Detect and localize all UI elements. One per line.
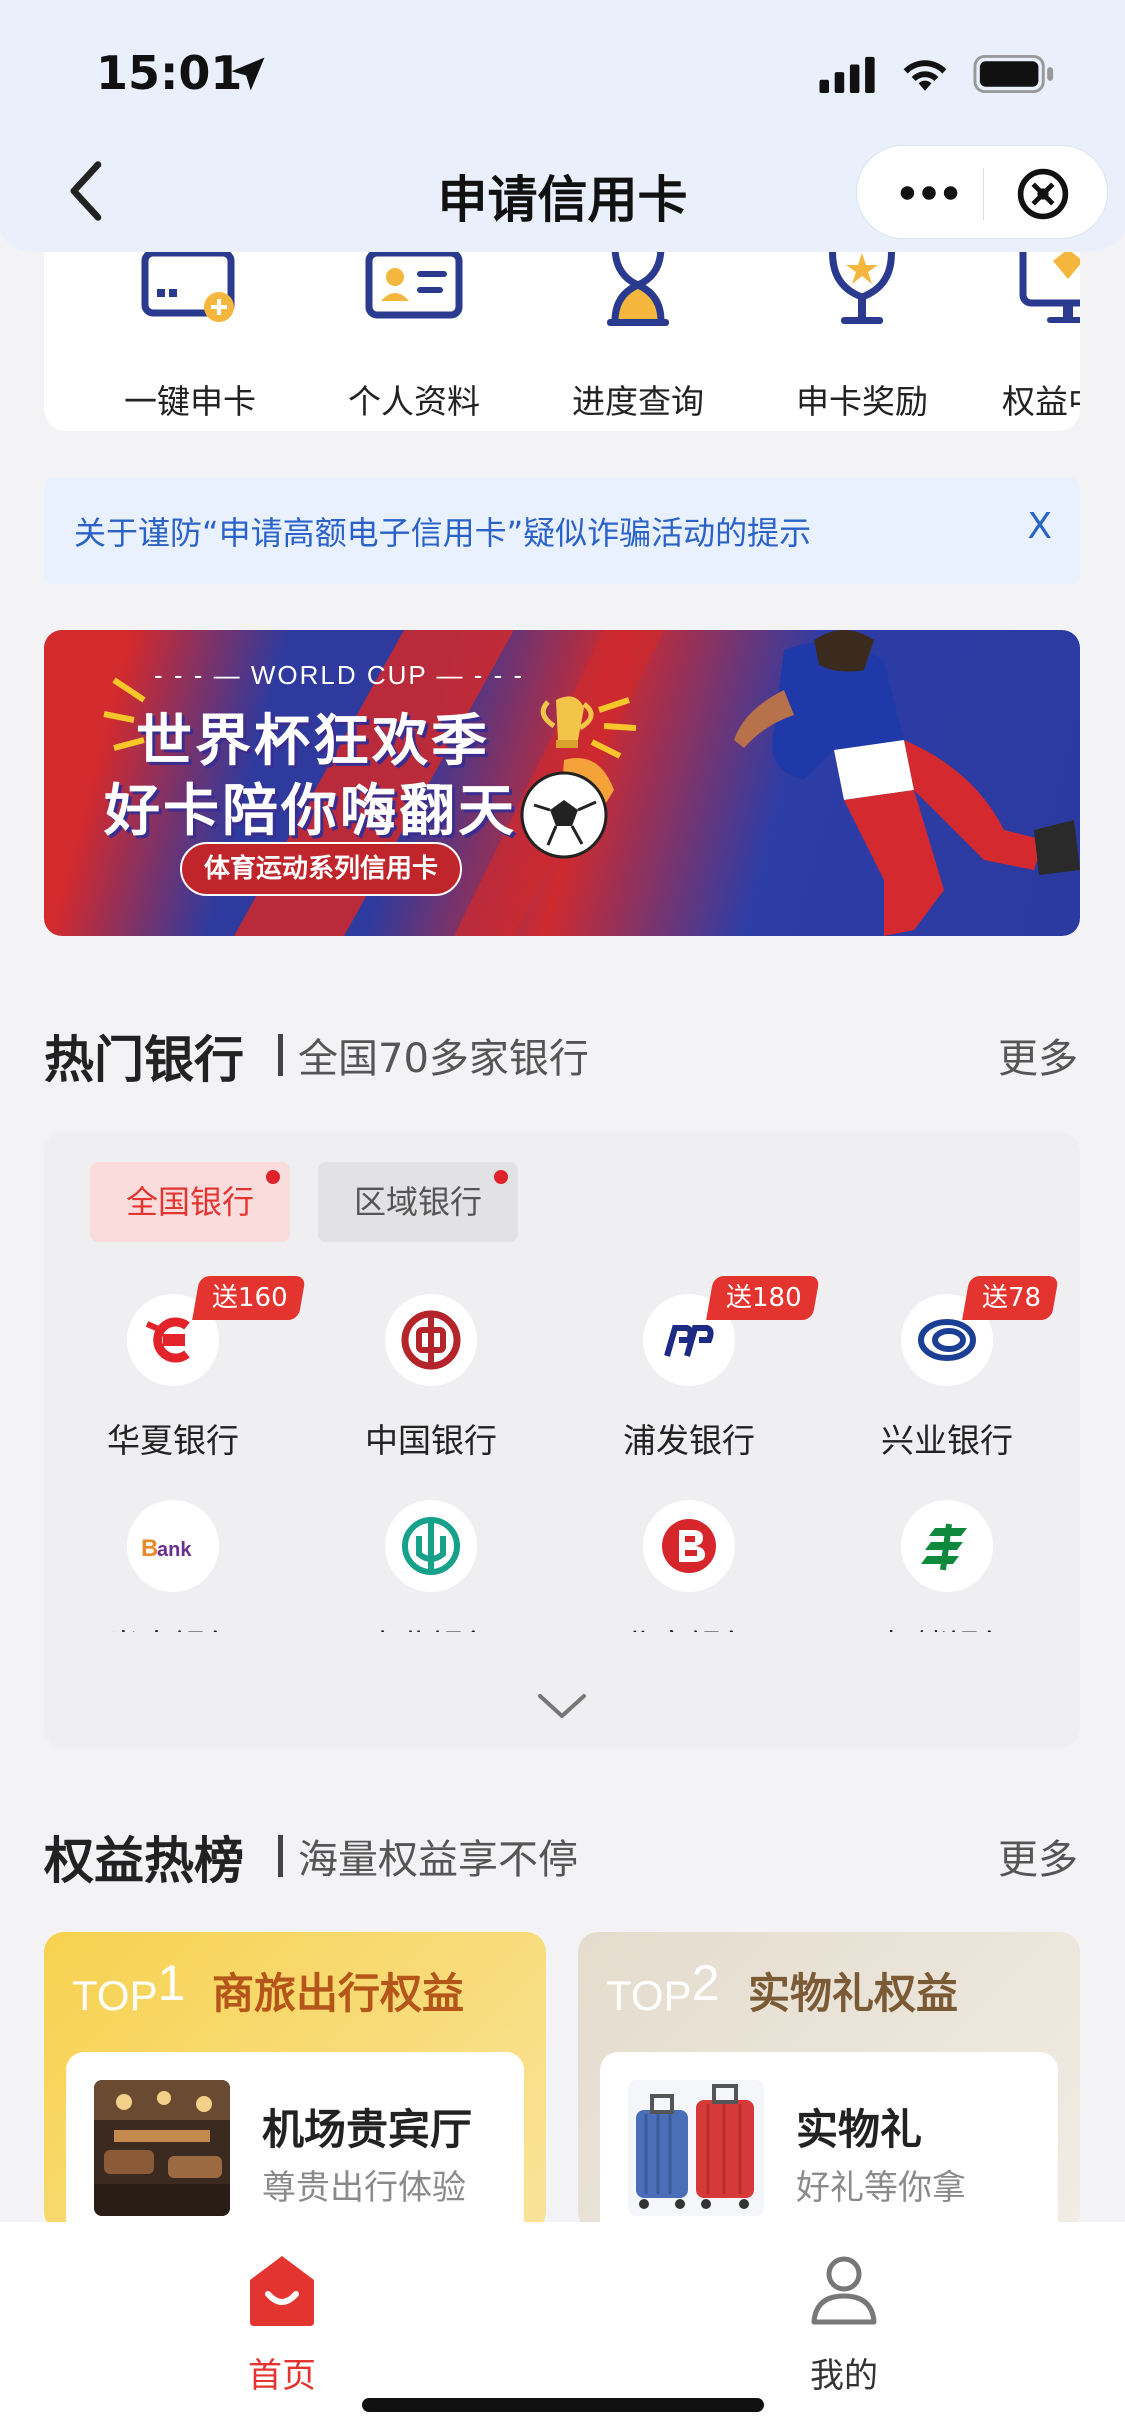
title-divider	[278, 1034, 283, 1076]
tab-home[interactable]: 首页	[182, 2250, 382, 2397]
rights-item[interactable]: 机场贵宾厅 尊贵出行体验	[66, 2052, 524, 2232]
rights-card-travel[interactable]: TOP1 商旅出行权益 机场贵宾厅 尊贵出行体验	[44, 1932, 546, 2232]
tab-label: 区域银行	[353, 1183, 482, 1221]
psbc-logo-icon	[901, 1500, 993, 1592]
section-subtitle: 海量权益享不停	[298, 1837, 578, 1883]
quick-entry-label: 进度查询	[572, 382, 704, 421]
wifi-icon	[903, 60, 947, 91]
svg-text:ank: ank	[157, 1539, 192, 1561]
tab-regional-banks[interactable]: 区域银行	[318, 1162, 518, 1242]
notice-text: 关于谨防“申请高额电子信用卡”疑似诈骗活动的提示	[74, 514, 812, 552]
home-icon	[250, 2256, 314, 2326]
chevron-down-icon[interactable]	[534, 1688, 590, 1724]
rights-item-name: 实物礼	[796, 2105, 923, 2154]
bank-name: 兴业银行	[881, 1421, 1013, 1460]
vip-monitor-icon	[1019, 245, 1080, 323]
abc-logo-icon	[385, 1500, 477, 1592]
hourglass-icon	[607, 246, 669, 326]
boc-logo-icon	[385, 1294, 477, 1386]
rights-header: 权益热榜 海量权益享不停 更多	[44, 1815, 1080, 1890]
hot-banks-header: 热门银行 全国70多家银行 更多	[44, 1014, 1080, 1089]
top-header: 15:01 申请信用卡	[0, 0, 1125, 252]
rights-item-desc: 尊贵出行体验	[262, 2168, 466, 2208]
rights-item[interactable]: 实物礼 好礼等你拿	[600, 2052, 1058, 2232]
bank-name: 华夏银行	[107, 1421, 239, 1460]
notice-close-button[interactable]: X	[1027, 506, 1052, 547]
bank-item-huaxia[interactable]: 华夏银行 送160	[44, 1276, 306, 1462]
gift-badge: 送180	[706, 1276, 820, 1320]
bank-item-boc[interactable]: 中国银行	[302, 1294, 560, 1462]
world-cup-banner[interactable]: - - - — WORLD CUP — - - - 世界杯狂欢季 好卡陪你嗨翻天…	[44, 630, 1080, 936]
rights-more-link[interactable]: 更多	[998, 1827, 1078, 1885]
section-title: 权益热榜	[44, 1832, 244, 1890]
rank-label: TOP2	[606, 1955, 720, 2019]
quick-entry-label: 申卡奖励	[796, 382, 928, 421]
tab-national-banks[interactable]: 全国银行	[90, 1162, 290, 1242]
rights-item-desc: 好礼等你拿	[796, 2168, 966, 2208]
hot-banks-more-link[interactable]: 更多	[998, 1026, 1078, 1084]
capsule-divider	[983, 168, 984, 220]
home-indicator	[362, 2398, 764, 2412]
quick-entry-profile[interactable]: 个人资料	[314, 245, 514, 423]
red-dot-badge	[266, 1170, 280, 1184]
section-title: 热门银行	[44, 1031, 244, 1089]
fraud-notice-bar[interactable]: 关于谨防“申请高额电子信用卡”疑似诈骗活动的提示 X	[44, 478, 1080, 584]
quick-entry-rights[interactable]: 权益中心	[968, 245, 1080, 423]
hot-banks-card: 全国银行 区域银行 华夏银行 送160 中国银行 浦发银行 送180 兴业银行 …	[44, 1132, 1080, 1748]
bank-item-spdb[interactable]: 浦发银行 送180	[560, 1276, 820, 1462]
trophy-icon	[829, 245, 895, 324]
red-dot-badge	[494, 1170, 508, 1184]
quick-entry-label: 权益中心	[1002, 382, 1080, 421]
miniapp-capsule	[856, 145, 1108, 239]
card-plus-icon	[141, 245, 235, 322]
tab-mine[interactable]: 我的	[744, 2250, 944, 2397]
quick-entry-reward[interactable]: 申卡奖励	[762, 245, 962, 423]
bank-item-cib[interactable]: 兴业银行 送78	[818, 1276, 1076, 1462]
vip-lounge-image	[94, 2080, 230, 2216]
bob-logo-icon	[643, 1500, 735, 1592]
rank-label: TOP1	[72, 1955, 186, 2019]
tab-label: 我的	[810, 2356, 878, 2396]
section-subtitle: 全国70多家银行	[298, 1036, 589, 1082]
tab-label: 首页	[248, 2356, 316, 2396]
status-icons	[819, 54, 1055, 94]
svg-text:B: B	[141, 1535, 158, 1562]
gift-badge: 送160	[192, 1276, 306, 1320]
banner-headline-2: 好卡陪你嗨翻天	[104, 779, 517, 844]
banner-cta-button[interactable]: 体育运动系列信用卡	[180, 842, 463, 896]
battery-icon	[973, 54, 1054, 94]
banner-headline-1: 世界杯狂欢季	[136, 709, 490, 774]
tab-label: 全国银行	[125, 1183, 254, 1221]
location-arrow-icon	[231, 57, 265, 91]
banner-kicker: - - - — WORLD CUP — - - -	[154, 660, 525, 690]
rights-item-name: 机场贵宾厅	[262, 2105, 473, 2154]
status-time: 15:01	[96, 46, 243, 100]
close-circle-icon[interactable]	[1015, 166, 1071, 222]
user-icon	[811, 2256, 877, 2325]
bank-name: 中国银行	[365, 1421, 497, 1460]
bank-name: 浦发银行	[623, 1421, 755, 1460]
quick-entry-label: 一键申卡	[124, 382, 256, 421]
quick-entry-progress[interactable]: 进度查询	[538, 245, 738, 423]
rights-card-title: 实物礼权益	[748, 1969, 959, 2018]
luggage-image	[628, 2080, 764, 2216]
quick-entry-apply[interactable]: 一键申卡	[90, 245, 290, 423]
rights-card-gift[interactable]: TOP2 实物礼权益 实物礼 好礼等你拿	[578, 1932, 1080, 2232]
gift-badge: 送78	[962, 1276, 1059, 1320]
id-card-icon	[365, 249, 463, 319]
more-dots-icon[interactable]	[887, 166, 971, 220]
signal-icon	[819, 56, 875, 93]
ceb-logo-icon: Bank	[127, 1500, 219, 1592]
title-divider	[278, 1835, 283, 1877]
rights-card-title: 商旅出行权益	[212, 1969, 465, 2018]
quick-entry-label: 个人资料	[348, 382, 480, 421]
page: 15:01 申请信用卡 一键申卡 个人资料 进度查询 申卡奖励 权益 关于谨防“…	[0, 0, 1125, 2435]
